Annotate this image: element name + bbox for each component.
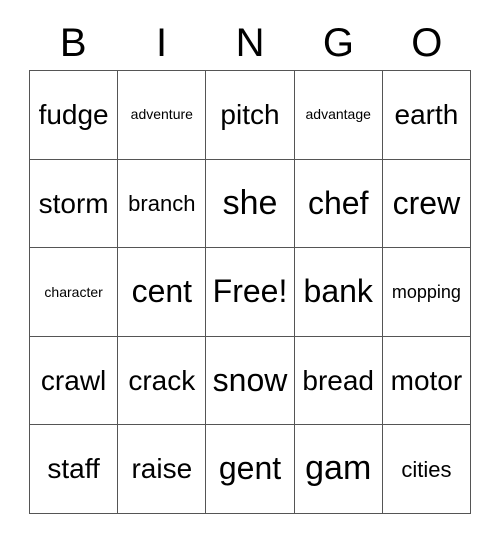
bingo-cell[interactable]: advantage bbox=[294, 71, 383, 160]
bingo-cell-word: branch bbox=[128, 190, 196, 216]
bingo-cell[interactable]: cent bbox=[118, 248, 207, 337]
bingo-cell[interactable]: mopping bbox=[382, 248, 472, 337]
bingo-cell-word: crew bbox=[392, 184, 461, 221]
bingo-cell[interactable]: cities bbox=[382, 425, 472, 514]
bingo-cell-word: crawl bbox=[40, 364, 107, 396]
bingo-cell-word: raise bbox=[131, 453, 193, 485]
bingo-cell[interactable]: adventure bbox=[118, 71, 207, 160]
header-letter-b-text: B bbox=[59, 21, 87, 65]
bingo-cell[interactable]: bread bbox=[294, 336, 383, 426]
bingo-cell-word: chef bbox=[307, 184, 369, 221]
bingo-cell-word: character bbox=[44, 283, 103, 300]
header-letter-i: I bbox=[117, 16, 205, 70]
bingo-cell[interactable]: staff bbox=[30, 425, 119, 514]
header-letter-n-text: N bbox=[235, 21, 265, 65]
bingo-cell[interactable]: crawl bbox=[30, 336, 119, 426]
bingo-cell-word: motor bbox=[390, 364, 463, 396]
bingo-cell-word: cities bbox=[401, 456, 452, 482]
bingo-cell-word: crack bbox=[128, 364, 196, 396]
bingo-cell-word: earth bbox=[394, 99, 459, 131]
bingo-cell[interactable]: gent bbox=[206, 425, 295, 514]
bingo-cell[interactable]: storm bbox=[30, 159, 119, 249]
bingo-row: crawl crack snow bread motor bbox=[30, 336, 472, 426]
bingo-cell[interactable]: fudge bbox=[30, 71, 119, 160]
bingo-row: storm branch she chef crew bbox=[30, 159, 472, 249]
bingo-cell[interactable]: branch bbox=[118, 159, 207, 249]
bingo-cell-word: bread bbox=[302, 364, 375, 396]
bingo-cell[interactable]: raise bbox=[118, 425, 207, 514]
bingo-row: staff raise gent gam cities bbox=[30, 425, 472, 514]
bingo-cell-word: cent bbox=[131, 273, 193, 310]
header-letter-g: G bbox=[294, 16, 382, 70]
header-letter-n: N bbox=[206, 16, 294, 70]
header-letter-b: B bbox=[29, 16, 117, 70]
bingo-cell[interactable]: motor bbox=[382, 336, 472, 426]
bingo-cell[interactable]: character bbox=[30, 248, 119, 337]
bingo-grid: fudge adventure pitch advantage earth st… bbox=[29, 70, 472, 514]
header-letter-g-text: G bbox=[322, 21, 354, 65]
bingo-cell[interactable]: bank bbox=[294, 248, 383, 337]
bingo-cell-word: storm bbox=[38, 187, 109, 219]
bingo-cell[interactable]: crack bbox=[118, 336, 207, 426]
bingo-card: B I N G O fudge adventure pitch advantag… bbox=[0, 0, 500, 544]
bingo-cell[interactable]: crew bbox=[382, 159, 472, 249]
bingo-cell[interactable]: snow bbox=[206, 336, 295, 426]
bingo-cell[interactable]: she bbox=[206, 159, 295, 249]
bingo-cell-word: fudge bbox=[38, 99, 109, 131]
bingo-cell-word: mopping bbox=[391, 281, 461, 302]
bingo-cell-word: pitch bbox=[220, 99, 280, 131]
bingo-cell-word: snow bbox=[212, 361, 288, 398]
bingo-cell-word: she bbox=[222, 183, 278, 222]
bingo-cell-word: bank bbox=[303, 273, 373, 310]
bingo-cell-free-space[interactable]: Free! bbox=[206, 248, 295, 337]
bingo-cell[interactable]: chef bbox=[294, 159, 383, 249]
header-letter-o-text: O bbox=[411, 21, 443, 65]
bingo-cell-word: staff bbox=[47, 453, 100, 485]
bingo-cell[interactable]: earth bbox=[382, 71, 472, 160]
bingo-cell-word: gam bbox=[305, 449, 372, 488]
bingo-header-row: B I N G O bbox=[29, 16, 471, 70]
bingo-cell-word: adventure bbox=[130, 106, 193, 123]
bingo-row: fudge adventure pitch advantage earth bbox=[30, 71, 472, 160]
header-letter-i-text: I bbox=[156, 21, 168, 65]
bingo-row: character cent Free! bank mopping bbox=[30, 248, 472, 337]
header-letter-o: O bbox=[383, 16, 471, 70]
bingo-cell[interactable]: gam bbox=[294, 425, 383, 514]
bingo-cell-word: gent bbox=[218, 450, 282, 487]
bingo-free-space-label: Free! bbox=[212, 273, 288, 310]
bingo-cell[interactable]: pitch bbox=[206, 71, 295, 160]
bingo-cell-word: advantage bbox=[305, 106, 371, 123]
